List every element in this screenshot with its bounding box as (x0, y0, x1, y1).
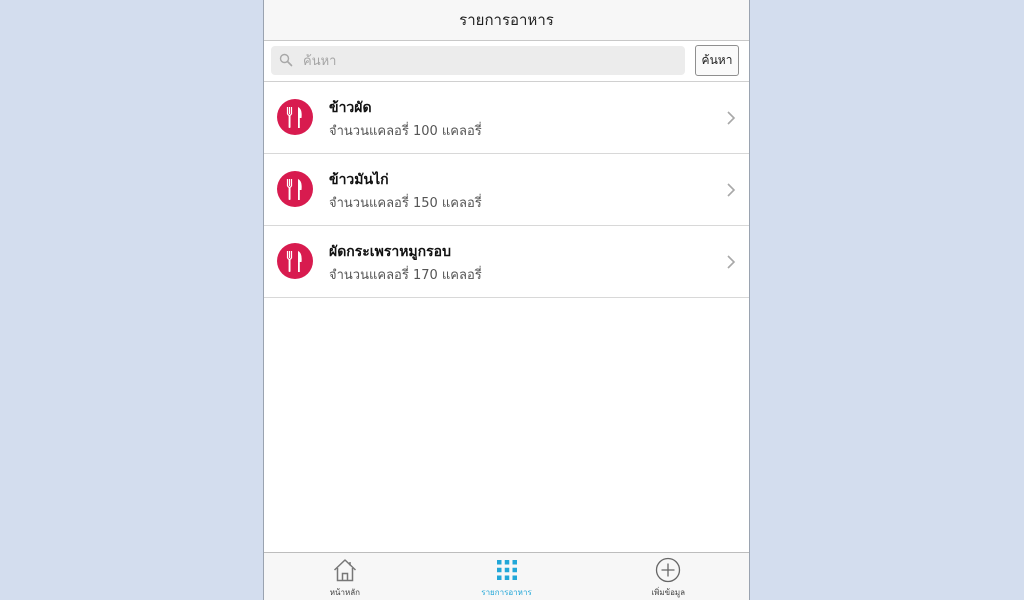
tab-add-data[interactable]: เพิ่มข้อมูล (587, 553, 749, 600)
title-bar: รายการอาหาร (264, 0, 749, 41)
home-icon (333, 559, 356, 582)
search-field[interactable] (271, 46, 685, 77)
food-name: ข้าวผัด (329, 100, 372, 116)
food-name: ผัดกระเพราหมูกรอบ (329, 244, 451, 260)
fork-knife-icon (277, 243, 313, 279)
tab-label: หน้าหลัก (329, 588, 360, 597)
app-window: รายการอาหาร ค้นหา ข้าวผัด จำนวนแคลอรี่ 1… (263, 0, 750, 600)
tab-home[interactable]: หน้าหลัก (264, 553, 426, 600)
fork-knife-icon (277, 99, 313, 135)
tab-label: เพิ่มข้อมูล (651, 588, 686, 597)
add-circle-icon (656, 557, 681, 583)
food-name: ข้าวมันไก่ (329, 172, 389, 188)
food-list: ข้าวผัด จำนวนแคลอรี่ 100 แคลอรี่ ข้าวมัน… (264, 82, 749, 298)
search-bar: ค้นหา (264, 41, 749, 82)
food-calories: จำนวนแคลอรี่ 170 แคลอรี่ (329, 268, 482, 283)
tab-label: รายการอาหาร (481, 588, 532, 597)
food-calories: จำนวนแคลอรี่ 150 แคลอรี่ (329, 196, 482, 211)
fork-knife-icon (277, 171, 313, 207)
list-item[interactable]: ข้าวมันไก่ จำนวนแคลอรี่ 150 แคลอรี่ (264, 154, 749, 226)
tab-food-list[interactable]: รายการอาหาร (426, 553, 588, 600)
search-input[interactable] (301, 46, 675, 77)
food-calories: จำนวนแคลอรี่ 100 แคลอรี่ (329, 124, 482, 139)
tab-bar: หน้าหลัก รายการอาหาร เพิ่มข้อมูล (264, 552, 749, 600)
chevron-right-icon (727, 111, 736, 125)
chevron-right-icon (727, 255, 736, 269)
grid-icon (496, 560, 517, 580)
list-item[interactable]: ข้าวผัด จำนวนแคลอรี่ 100 แคลอรี่ (264, 82, 749, 154)
chevron-right-icon (727, 183, 736, 197)
list-item[interactable]: ผัดกระเพราหมูกรอบ จำนวนแคลอรี่ 170 แคลอร… (264, 226, 749, 298)
search-button[interactable]: ค้นหา (695, 45, 739, 76)
page-title: รายการอาหาร (459, 11, 554, 29)
search-icon (279, 53, 293, 67)
